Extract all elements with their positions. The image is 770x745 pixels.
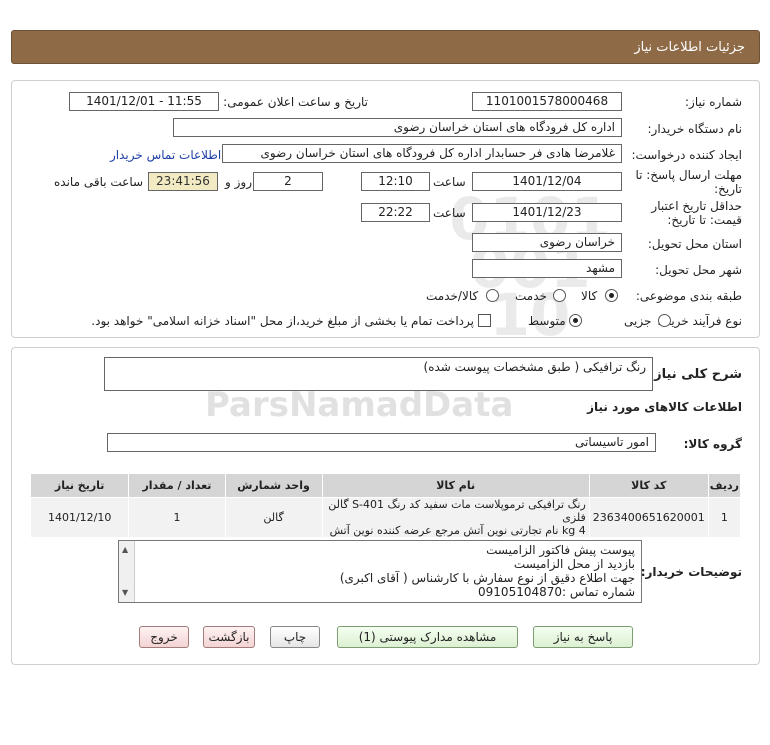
buyer-note-line: بازدید از محل الزامیست bbox=[513, 557, 635, 571]
cell-name-line-2: 4 kg نام تجارتی نوین آتش مرجع عرضه کننده… bbox=[329, 524, 586, 537]
category-radio-service[interactable] bbox=[553, 289, 566, 302]
days-field: 2 bbox=[253, 172, 323, 191]
buyer-note-line: جهت اطلاع دقیق از نوع سفارش با کارشناس (… bbox=[339, 571, 635, 585]
print-button[interactable]: چاپ bbox=[270, 626, 320, 648]
col-name: نام کالا bbox=[321, 473, 590, 498]
cell-name-line-1: رنگ ترافیکی ترموپلاست مات سفید کد رنگ S-… bbox=[328, 498, 586, 524]
reply-button[interactable]: پاسخ به نیاز bbox=[533, 626, 633, 648]
summary-field: رنگ ترافیکی ( طبق مشخصات پیوست شده) bbox=[104, 357, 653, 391]
goods-table: ردیف کد کالا نام کالا واحد شمارش تعداد /… bbox=[29, 473, 742, 538]
col-unit: واحد شمارش bbox=[224, 473, 323, 498]
cell-name: رنگ ترافیکی ترموپلاست مات سفید کد رنگ S-… bbox=[321, 497, 590, 538]
city-label: شهر محل تحویل: bbox=[655, 263, 742, 277]
col-date: تاریخ نیاز bbox=[29, 473, 130, 498]
validity-date-field: 1401/12/23 bbox=[472, 203, 622, 222]
scroll-down-icon[interactable]: ▼ bbox=[122, 586, 128, 600]
col-row: ردیف bbox=[707, 473, 742, 498]
buyer-org-field: اداره کل فرودگاه های استان خراسان رضوی bbox=[173, 118, 622, 137]
city-field: مشهد bbox=[472, 259, 622, 278]
buyer-note-line: شماره تماس :09105104870 bbox=[478, 585, 635, 599]
reply-date-field: 1401/12/04 bbox=[472, 172, 622, 191]
payment-note: پرداخت تمام یا بخشی از مبلغ خرید،از محل … bbox=[91, 314, 474, 328]
remaining-time-field: 23:41:56 bbox=[148, 172, 218, 191]
goods-table-header: ردیف کد کالا نام کالا واحد شمارش تعداد /… bbox=[29, 473, 742, 498]
category-option-service: خدمت bbox=[515, 289, 547, 303]
treasury-payment-checkbox[interactable] bbox=[478, 314, 491, 327]
buyer-notes-label: توضیحات خریدار: bbox=[640, 565, 742, 579]
province-field: خراسان رضوی bbox=[472, 233, 622, 252]
process-option-minor: جزیی bbox=[624, 314, 652, 328]
col-qty: تعداد / مقدار bbox=[128, 473, 226, 498]
cell-code: 2363400651620001 bbox=[588, 497, 709, 538]
table-row: 1 2363400651620001 رنگ ترافیکی ترموپلاست… bbox=[29, 497, 742, 538]
category-radio-goods[interactable] bbox=[605, 289, 618, 302]
page-title: جزئیات اطلاعات نیاز bbox=[634, 40, 745, 55]
category-option-goods-service: کالا/خدمت bbox=[426, 289, 479, 303]
category-label: طبقه بندی موضوعی: bbox=[635, 289, 742, 303]
category-option-goods: کالا bbox=[581, 289, 598, 303]
goods-section-title: اطلاعات کالاهای مورد نیاز bbox=[587, 400, 742, 414]
buyer-contact-link[interactable]: اطلاعات تماس خریدار bbox=[110, 148, 221, 162]
back-button[interactable]: بازگشت bbox=[203, 626, 255, 648]
need-number-field: 1101001578000468 bbox=[472, 92, 622, 111]
scroll-up-icon[interactable]: ▲ bbox=[122, 543, 128, 557]
col-code: کد کالا bbox=[588, 473, 709, 498]
days-label: روز و bbox=[225, 175, 252, 189]
summary-label: شرح کلی نیاز: bbox=[648, 367, 742, 382]
reply-time-field: 12:10 bbox=[361, 172, 430, 191]
page-header: جزئیات اطلاعات نیاز bbox=[11, 30, 760, 64]
creator-field: غلامرضا هادی فر حسابدار اداره کل فرودگاه… bbox=[222, 144, 622, 163]
cell-date: 1401/12/10 bbox=[29, 497, 130, 538]
reply-deadline-label-2: تاریخ: bbox=[714, 182, 742, 196]
remaining-label: ساعت باقی مانده bbox=[54, 175, 144, 189]
buyer-org-label: نام دستگاه خریدار: bbox=[647, 122, 743, 136]
buyer-note-line: پیوست پیش فاکتور الزامیست bbox=[486, 543, 635, 557]
validity-time-label: ساعت bbox=[433, 206, 466, 220]
validity-label: حداقل تاریخ اعتبار bbox=[651, 199, 742, 213]
process-option-medium: متوسط bbox=[528, 314, 566, 328]
goods-group-field: امور تاسیساتی bbox=[107, 433, 656, 452]
validity-time-field: 22:22 bbox=[361, 203, 430, 222]
process-radio-minor[interactable] bbox=[658, 314, 671, 327]
goods-group-label: گروه کالا: bbox=[683, 437, 742, 451]
announce-field: 1401/12/01 - 11:55 bbox=[69, 92, 219, 111]
exit-button[interactable]: خروج bbox=[139, 626, 189, 648]
category-radio-goods-service[interactable] bbox=[486, 289, 499, 302]
need-number-label: شماره نیاز: bbox=[685, 95, 742, 109]
cell-unit: گالن bbox=[224, 497, 323, 538]
reply-deadline-label: مهلت ارسال پاسخ: تا bbox=[635, 168, 742, 182]
validity-label-2: قیمت: تا تاریخ: bbox=[667, 213, 742, 227]
buyer-notes-box[interactable]: ▲ ▼ پیوست پیش فاکتور الزامیست بازدید از … bbox=[118, 540, 642, 603]
province-label: استان محل تحویل: bbox=[647, 237, 742, 251]
creator-label: ایجاد کننده درخواست: bbox=[631, 148, 742, 162]
announce-label: تاریخ و ساعت اعلان عمومی: bbox=[223, 95, 368, 109]
view-attachments-button[interactable]: مشاهده مدارک پیوستی (1) bbox=[337, 626, 518, 648]
reply-time-label: ساعت bbox=[433, 175, 466, 189]
notes-scrollbar[interactable]: ▲ ▼ bbox=[119, 541, 135, 602]
cell-qty: 1 bbox=[128, 497, 226, 538]
cell-row: 1 bbox=[707, 497, 742, 538]
process-radio-medium[interactable] bbox=[569, 314, 582, 327]
